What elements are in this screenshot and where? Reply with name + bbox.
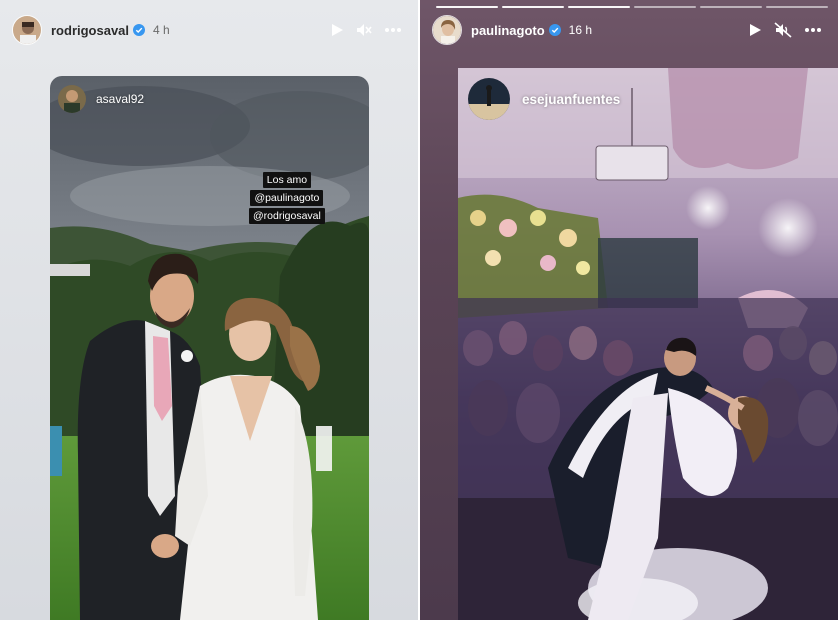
mention-sticker[interactable]: @rodrigosaval [249, 208, 325, 224]
story-progress-bar [436, 6, 828, 8]
progress-segment [436, 6, 498, 8]
text-sticker: Los amo @paulinagoto @rodrigosaval [249, 172, 325, 224]
username[interactable]: paulinagoto [471, 23, 545, 38]
sticker-text-line: Los amo [262, 172, 312, 188]
verified-badge-icon [548, 24, 561, 36]
verified-badge-icon [133, 24, 146, 36]
avatar[interactable] [432, 15, 462, 45]
progress-segment [634, 6, 696, 8]
story-header: paulinagoto 16 h [432, 14, 828, 46]
avatar[interactable] [12, 15, 42, 45]
story-panel-rodrigosaval[interactable]: rodrigosaval 4 h asaval92 Los amo @pauli… [0, 0, 418, 620]
wedding-couple-photo [50, 76, 369, 620]
first-dance-photo [458, 68, 838, 620]
play-icon[interactable] [330, 23, 344, 37]
progress-segment [700, 6, 762, 8]
more-options-icon[interactable] [804, 27, 822, 33]
timestamp: 4 h [153, 23, 170, 37]
reshared-username: asaval92 [96, 92, 145, 106]
mention-sticker[interactable]: @paulinagoto [250, 190, 324, 206]
avatar [58, 85, 86, 113]
reshared-post-author[interactable]: asaval92 [58, 85, 144, 113]
progress-segment [568, 6, 630, 8]
play-icon[interactable] [748, 23, 762, 37]
sound-off-icon[interactable] [774, 22, 792, 38]
story-panel-paulinagoto[interactable]: paulinagoto 16 h esejuanfuentes [420, 0, 838, 620]
reshared-username: esejuanfuentes [522, 91, 621, 107]
timestamp: 16 h [568, 23, 593, 37]
reshared-video-card[interactable]: esejuanfuentes [458, 68, 838, 620]
more-options-icon[interactable] [384, 27, 402, 33]
username[interactable]: rodrigosaval [51, 23, 129, 38]
reshared-post-card[interactable]: asaval92 Los amo @paulinagoto @rodrigosa… [50, 76, 369, 620]
reshared-post-author[interactable]: esejuanfuentes [468, 78, 620, 120]
story-header: rodrigosaval 4 h [12, 14, 408, 46]
sound-on-icon[interactable] [356, 23, 372, 37]
avatar [468, 78, 510, 120]
progress-segment [766, 6, 828, 8]
progress-segment [502, 6, 564, 8]
